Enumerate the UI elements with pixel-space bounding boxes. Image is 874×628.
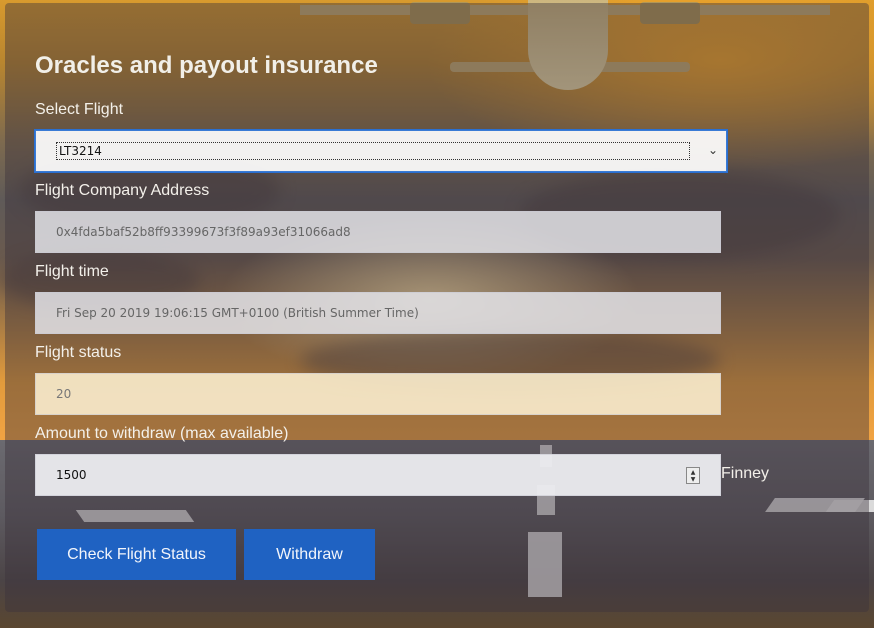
flight-select-value: LT3214: [56, 142, 690, 160]
flight-select[interactable]: LT3214 ⌄: [35, 130, 727, 172]
chevron-down-icon[interactable]: ⌄: [706, 143, 720, 157]
spinner-down-icon[interactable]: ▼: [691, 476, 696, 483]
company-address-label: Flight Company Address: [35, 182, 210, 199]
flight-time-value: Fri Sep 20 2019 19:06:15 GMT+0100 (Briti…: [56, 306, 419, 320]
flight-time-field[interactable]: Fri Sep 20 2019 19:06:15 GMT+0100 (Briti…: [35, 292, 721, 334]
withdraw-amount-input[interactable]: 1500 ▲ ▼: [35, 454, 721, 496]
flight-status-label: Flight status: [35, 344, 122, 361]
withdraw-amount-value: 1500: [56, 468, 87, 482]
flight-status-value: 20: [56, 387, 72, 401]
withdraw-button[interactable]: Withdraw: [244, 529, 375, 580]
company-address-field[interactable]: 0x4fda5baf52b8ff93399673f3f89a93ef31066a…: [35, 211, 721, 253]
withdraw-amount-label: Amount to withdraw (max available): [35, 425, 289, 442]
page-title: Oracles and payout insurance: [35, 52, 378, 79]
flight-status-field[interactable]: 20: [35, 373, 721, 415]
spinner-up-icon[interactable]: ▲: [691, 469, 696, 476]
check-flight-status-button[interactable]: Check Flight Status: [37, 529, 236, 580]
company-address-value: 0x4fda5baf52b8ff93399673f3f89a93ef31066a…: [56, 225, 351, 239]
flight-time-label: Flight time: [35, 263, 109, 280]
amount-unit-label: Finney: [721, 465, 770, 482]
select-flight-label: Select Flight: [35, 101, 124, 118]
spinner-icon[interactable]: ▲ ▼: [686, 467, 700, 484]
